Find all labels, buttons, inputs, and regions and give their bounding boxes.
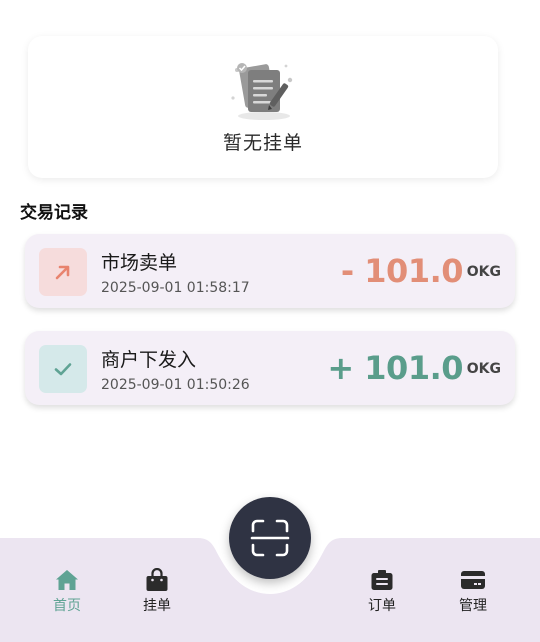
nav-orders-label: 订单: [368, 598, 396, 614]
transaction-records-title: 交易记录: [20, 203, 88, 223]
empty-orders-card: 暂无挂单: [28, 36, 498, 178]
empty-orders-text: 暂无挂单: [222, 132, 303, 154]
transaction-unit: OKG: [466, 361, 501, 377]
nav-pending-orders[interactable]: 挂单: [132, 568, 182, 615]
nav-manage-label: 管理: [459, 598, 487, 614]
transaction-time: 2025-09-01 01:58:17: [101, 280, 250, 296]
card-icon: [461, 571, 485, 589]
nav-orders[interactable]: 订单: [357, 568, 407, 615]
home-icon: [56, 570, 78, 590]
transaction-title: 市场卖单: [101, 252, 178, 274]
shopping-bag-icon: [146, 568, 168, 591]
transaction-card[interactable]: 商户下发入 2025-09-01 01:50:26 + 101.0 OKG: [25, 331, 515, 405]
transaction-amount: - 101.0: [340, 252, 464, 290]
page: 暂无挂单 交易记录 市场卖单 2025-09-01 01:58:17 - 101…: [0, 0, 540, 642]
document-pen-icon: [231, 63, 293, 120]
transaction-amount: + 101.0: [327, 349, 463, 387]
check-icon: [39, 345, 87, 393]
scan-icon: [250, 519, 290, 557]
nav-home[interactable]: 首页: [42, 568, 92, 615]
nav-home-label: 首页: [53, 598, 81, 614]
clipboard-list-icon: [371, 570, 393, 590]
transaction-time: 2025-09-01 01:50:26: [101, 377, 250, 393]
scan-button[interactable]: [229, 497, 311, 579]
transaction-card[interactable]: 市场卖单 2025-09-01 01:58:17 - 101.0 OKG: [25, 234, 515, 308]
nav-manage[interactable]: 管理: [448, 568, 498, 615]
nav-pending-orders-label: 挂单: [143, 598, 171, 614]
transaction-unit: OKG: [466, 264, 501, 280]
transaction-title: 商户下发入: [101, 349, 197, 371]
arrow-up-right-icon: [39, 248, 87, 296]
